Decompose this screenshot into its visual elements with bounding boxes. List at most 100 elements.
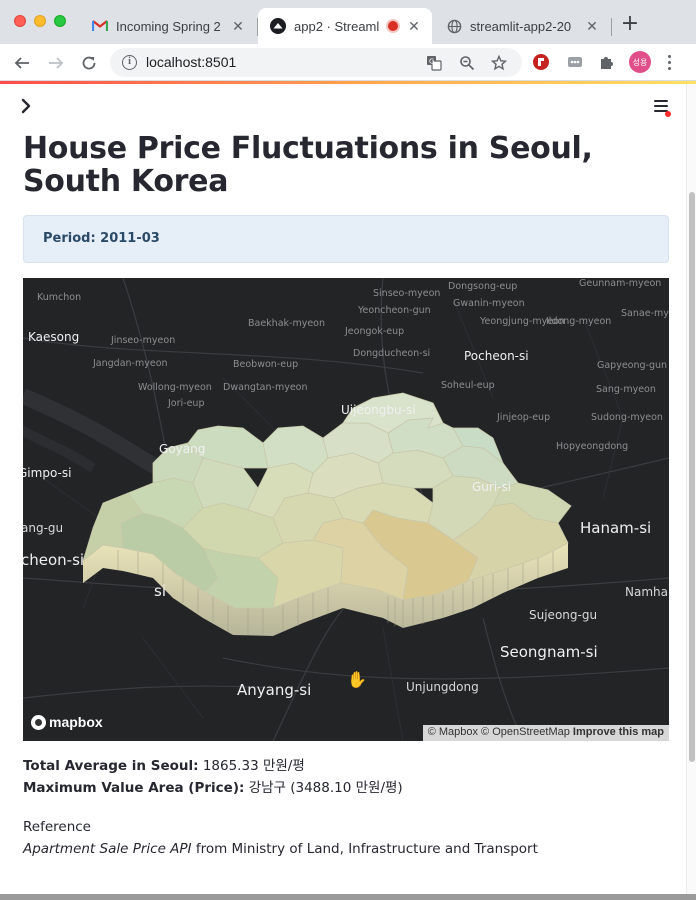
reference-source: Apartment Sale Price API from Ministry o… [23,838,669,860]
period-label: Period: 2011-03 [43,231,160,246]
map-place-label: Sinseo-myeon [373,288,441,299]
window-zoom-button[interactable] [54,15,66,27]
map-place-label: Jeongok-eup [345,326,405,337]
mapbox-mark-icon [31,714,46,730]
attribution-text[interactable]: © Mapbox © OpenStreetMap [428,726,570,738]
reference-source-rest: from Ministry of Land, Infrastructure an… [191,841,538,857]
map-place-label: Seongnam-si [500,643,598,661]
map-place-label: Hanam-si [580,519,652,537]
map-place-label: Pocheon-si [464,349,529,363]
tab-title: streamlit-app2-20 [470,18,572,34]
avg-stat-label: Total Average in Seoul: [23,758,199,774]
tab-close-icon[interactable]: ✕ [406,18,422,34]
map-place-label: Namha [625,585,668,599]
map-place-label: Anyang-si [237,681,312,699]
map-place-label: si [154,582,166,600]
window-bottom-edge [0,894,696,900]
globe-icon [446,18,462,34]
map-place-label: Jangdan-myeon [93,358,168,369]
map-place-label: cheon-si [23,551,85,569]
site-info-icon[interactable]: i [122,55,137,70]
cast-icon[interactable] [565,52,585,72]
map-place-label: Gwanin-myeon [453,298,525,309]
tab-divider [611,18,612,36]
map-place-label: Gapyeong-gun [597,360,668,371]
map-place-label: Dongsong-eup [448,281,518,292]
map-place-label: Sudong-myeon [591,412,663,423]
browser-menu-icon[interactable] [664,52,674,72]
reload-icon[interactable] [78,52,100,74]
map-place-label: Geunnam-myeon [579,278,662,289]
reference-heading: Reference [23,819,91,835]
browser-tab-gmail[interactable]: Incoming Spring 2 ✕ [80,8,256,44]
map-place-label: Unjungdong [406,680,479,694]
scrollbar-thumb[interactable] [689,192,695,762]
map-place-label: Jori-eup [168,398,205,409]
new-tab-button[interactable]: + [620,13,640,35]
back-arrow-icon[interactable] [11,52,33,74]
extensions-puzzle-icon[interactable] [597,52,617,72]
browser-tab-strip: Incoming Spring 2 ✕ app2 · Streamli ✕ st… [0,0,696,44]
browser-toolbar: i localhost:8501 G [0,44,696,81]
tab-title: app2 · Streamli [294,18,380,34]
map-place-label: Goyang [159,442,206,456]
avg-stat-row: Total Average in Seoul: 1865.33 만원/평 [23,755,669,777]
app-menu-hamburger-icon[interactable] [654,100,671,117]
browser-tab-streamlit-app2[interactable]: streamlit-app2-20 ✕ [434,8,610,44]
streamlit-icon [270,18,286,34]
map-canvas [23,278,669,741]
recording-indicator-icon [386,19,400,33]
improve-map-link[interactable]: Improve this map [573,726,664,738]
extension-icon[interactable] [531,52,551,72]
address-bar[interactable]: i localhost:8501 G [110,48,522,77]
map-place-label: Dongducheon-si [353,348,431,359]
gmail-icon [92,18,108,34]
zoom-icon[interactable] [459,55,475,71]
map-place-label: Jinjeop-eup [497,412,551,423]
map-place-label: Guri-si [472,480,512,494]
map-place-label: Soheul-eup [441,380,495,391]
main-content: House Price Fluctuations in Seoul, South… [23,132,669,860]
period-info-box: Period: 2011-03 [23,215,669,263]
map-place-label: Baekhak-myeon [248,318,326,329]
map-place-label: Sujeong-gu [529,608,598,622]
address-url: localhost:8501 [146,54,237,70]
tab-title: Incoming Spring 2 [116,18,221,34]
forward-arrow-icon[interactable] [45,52,67,74]
map-place-label: Sanae-myeon [621,308,669,319]
summary-stats: Total Average in Seoul: 1865.33 만원/평 Max… [23,755,669,799]
mapbox-logo-text: mapbox [49,714,103,730]
reference-api-name: Apartment Sale Price API [23,841,192,857]
profile-avatar[interactable]: 성용 [629,51,651,73]
map-place-label: Dwangtan-myeon [223,382,308,393]
map-place-label: Kaesong [28,330,80,344]
map-place-label: Yeoncheon-gun [358,305,431,316]
translate-icon[interactable]: G [426,55,442,71]
page-title: House Price Fluctuations in Seoul, South… [23,131,593,199]
window-close-button[interactable] [14,15,26,27]
window-minimize-button[interactable] [34,15,46,27]
map-place-label: Kumchon [37,292,82,303]
map-attribution: © Mapbox © OpenStreetMap Improve this ma… [422,725,669,741]
bookmark-star-icon[interactable] [491,55,507,71]
avg-stat-value: 1865.33 만원/평 [202,758,305,774]
sidebar-expand-chevron-icon[interactable] [16,96,36,116]
map-place-label: Jinseo-myeon [111,335,176,346]
max-stat-row: Maximum Value Area (Price): 강남구 (3488.10… [23,777,669,799]
grab-cursor-icon: ✋ [347,670,367,689]
max-stat-value: 강남구 (3488.10 만원/평) [248,780,403,796]
map-place-label: Ildong-myeon [546,316,612,327]
tab-close-icon[interactable]: ✕ [584,18,600,34]
mapbox-logo[interactable]: mapbox [31,714,103,730]
map-place-label: Gimpo-si [23,466,72,480]
map-place-label: Sang-myeon [596,384,656,395]
page-scrollbar[interactable] [686,84,696,894]
map-place-label: Beobwon-eup [233,359,299,370]
reference-section: Reference Apartment Sale Price API from … [23,816,669,860]
browser-tab-app2[interactable]: app2 · Streamli ✕ [258,8,432,44]
max-stat-label: Maximum Value Area (Price): [23,780,245,796]
map-place-label: Wollong-myeon [138,382,212,393]
pydeck-map[interactable]: Kumchon Kaesong Jinseo-myeon Jangdan-mye… [23,278,669,741]
tab-close-icon[interactable]: ✕ [230,18,246,34]
map-place-label: Uijeongbu-si [341,403,416,417]
